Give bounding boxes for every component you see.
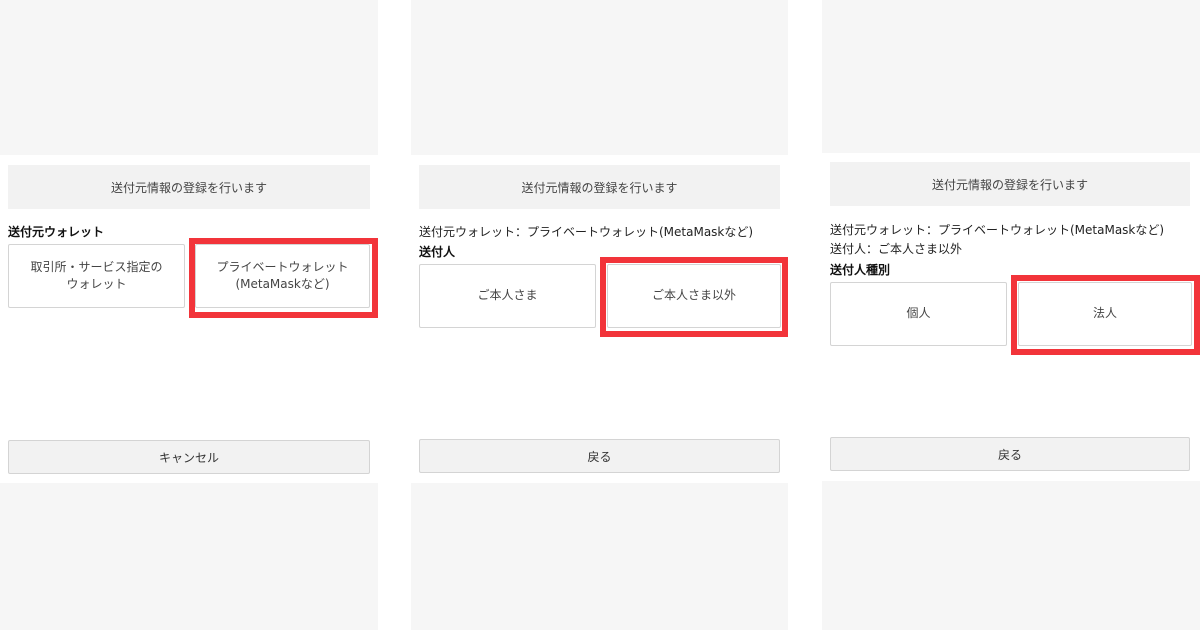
option-corporation[interactable]: 法人 xyxy=(1018,282,1192,346)
option-label: ご本人さま xyxy=(477,288,538,303)
form-card: 送付元情報の登録を行います 送付元ウォレット：プライベートウォレット(MetaM… xyxy=(822,153,1200,481)
option-label: 法人 xyxy=(1092,306,1117,321)
section-label-sender-type: 送付人種別 xyxy=(830,263,891,277)
option-label: 取引所・サービス指定の ウォレット xyxy=(30,259,163,291)
option-other-than-self[interactable]: ご本人さま以外 xyxy=(607,264,781,328)
back-button[interactable]: 戻る xyxy=(419,439,780,473)
option-exchange-wallet[interactable]: 取引所・サービス指定の ウォレット xyxy=(8,244,185,308)
option-label: ご本人さま以外 xyxy=(651,288,736,303)
summary-sender-wallet: 送付元ウォレット：プライベートウォレット(MetaMaskなど) xyxy=(830,223,1165,237)
form-header: 送付元情報の登録を行います xyxy=(419,165,780,209)
option-self[interactable]: ご本人さま xyxy=(419,264,596,328)
step-panel-3: 送付元情報の登録を行います 送付元ウォレット：プライベートウォレット(MetaM… xyxy=(822,0,1200,630)
summary-sender: 送付人：ご本人さま以外 xyxy=(830,242,963,256)
form-header: 送付元情報の登録を行います xyxy=(8,165,370,209)
form-card: 送付元情報の登録を行います 送付元ウォレット 取引所・サービス指定の ウォレット… xyxy=(0,155,378,483)
cancel-button[interactable]: キャンセル xyxy=(8,440,370,474)
option-private-wallet[interactable]: プライベートウォレット (MetaMaskなど) xyxy=(195,244,370,308)
section-label-sender: 送付人 xyxy=(419,245,456,259)
section-label-sender-wallet: 送付元ウォレット xyxy=(8,225,105,239)
option-label: 個人 xyxy=(906,306,931,321)
step-panel-2: 送付元情報の登録を行います 送付元ウォレット：プライベートウォレット(MetaM… xyxy=(411,0,788,630)
form-header: 送付元情報の登録を行います xyxy=(830,162,1190,206)
form-card: 送付元情報の登録を行います 送付元ウォレット：プライベートウォレット(MetaM… xyxy=(411,155,788,483)
summary-sender-wallet: 送付元ウォレット：プライベートウォレット(MetaMaskなど) xyxy=(419,225,754,239)
back-button[interactable]: 戻る xyxy=(830,437,1190,471)
step-panel-1: 送付元情報の登録を行います 送付元ウォレット 取引所・サービス指定の ウォレット… xyxy=(0,0,378,630)
option-label: プライベートウォレット (MetaMaskなど) xyxy=(216,259,349,291)
option-individual[interactable]: 個人 xyxy=(830,282,1007,346)
